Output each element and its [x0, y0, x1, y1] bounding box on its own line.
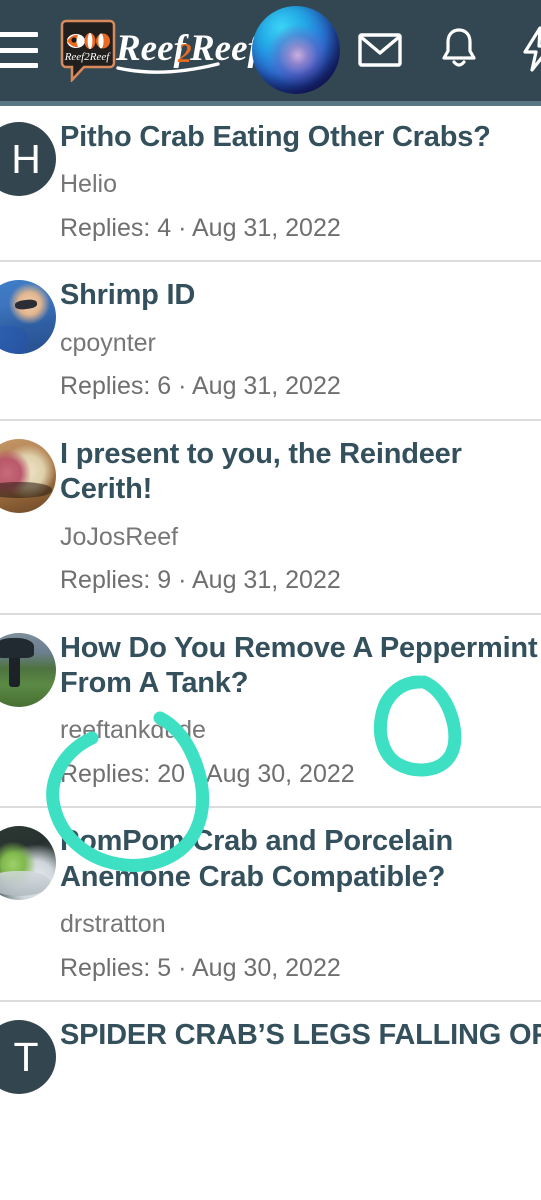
thread-meta: Replies: 5 · Aug 30, 2022	[60, 953, 341, 982]
lightning-bolt-icon[interactable]	[520, 26, 541, 72]
thread-row[interactable]: T SPIDER CRAB’S LEGS FALLING OFF	[0, 1002, 541, 1110]
thread-list: H Pitho Crab Eating Other Crabs? Helio R…	[0, 106, 541, 1110]
thread-author[interactable]: cpoynter	[60, 327, 531, 360]
reef2reef-wordmark[interactable]: Reef Reef 2	[115, 16, 264, 84]
thread-title[interactable]: How Do You Remove A Peppermint Shrimp Fr…	[60, 631, 541, 702]
thread-row[interactable]: PomPom Crab and Porcelain Anemone Crab C…	[0, 808, 541, 1002]
thread-content: Shrimp ID cpoynter Replies: 6 · Aug 31, …	[38, 278, 531, 402]
site-header: Reef2Reef Reef Reef 2	[0, 0, 541, 101]
thread-author[interactable]: reeftankdude	[60, 714, 531, 747]
thread-row[interactable]: Shrimp ID cpoynter Replies: 6 · Aug 31, …	[0, 262, 541, 421]
thread-avatar-wrap	[0, 437, 56, 513]
thread-author[interactable]: Helio	[60, 168, 531, 201]
app-root: Reef2Reef Reef Reef 2 H Pitho Crab Eatin…	[0, 0, 541, 1200]
mail-icon[interactable]	[358, 30, 402, 70]
thread-title[interactable]: Pitho Crab Eating Other Crabs?	[60, 120, 531, 155]
thread-content: How Do You Remove A Peppermint Shrimp Fr…	[38, 631, 541, 791]
thread-meta: Replies: 9 · Aug 31, 2022	[60, 566, 341, 594]
thread-content: I present to you, the Reindeer Cerith! J…	[38, 437, 531, 597]
thread-avatar-wrap	[0, 631, 56, 707]
bell-notification-icon[interactable]	[440, 26, 478, 72]
thread-author[interactable]: drstratton	[60, 908, 531, 941]
svg-text:Reef2Reef: Reef2Reef	[64, 51, 112, 63]
thread-meta: Replies: 4 · Aug 31, 2022	[60, 213, 341, 242]
thread-author[interactable]: JoJosReef	[60, 521, 531, 554]
thread-content: Pitho Crab Eating Other Crabs? Helio Rep…	[38, 120, 531, 244]
thread-meta: Replies: 20 · Aug 30, 2022	[60, 759, 355, 788]
thread-avatar-wrap: H	[0, 120, 56, 196]
thread-title[interactable]: PomPom Crab and Porcelain Anemone Crab C…	[60, 824, 531, 895]
hamburger-bar	[0, 32, 38, 37]
thread-title[interactable]: I present to you, the Reindeer Cerith!	[60, 437, 531, 508]
thread-avatar-wrap: T	[0, 1018, 56, 1094]
thread-content: SPIDER CRAB’S LEGS FALLING OFF	[38, 1018, 541, 1053]
thread-meta: Replies: 6 · Aug 31, 2022	[60, 372, 341, 401]
thread-row[interactable]: How Do You Remove A Peppermint Shrimp Fr…	[0, 614, 541, 809]
hamburger-bar	[0, 63, 38, 68]
hamburger-bar	[0, 47, 38, 53]
thread-title[interactable]: Shrimp ID	[60, 278, 531, 313]
user-avatar[interactable]	[252, 6, 340, 94]
thread-content: PomPom Crab and Porcelain Anemone Crab C…	[38, 824, 531, 984]
reef2reef-logo-icon[interactable]: Reef2Reef	[60, 19, 116, 84]
hamburger-menu-icon[interactable]	[0, 32, 38, 68]
thread-avatar-wrap	[0, 278, 56, 355]
thread-avatar-wrap	[0, 824, 56, 901]
svg-text:2: 2	[177, 38, 192, 68]
thread-title[interactable]: SPIDER CRAB’S LEGS FALLING OFF	[60, 1018, 541, 1053]
thread-row[interactable]: I present to you, the Reindeer Cerith! J…	[0, 420, 541, 615]
thread-row[interactable]: H Pitho Crab Eating Other Crabs? Helio R…	[0, 106, 541, 263]
